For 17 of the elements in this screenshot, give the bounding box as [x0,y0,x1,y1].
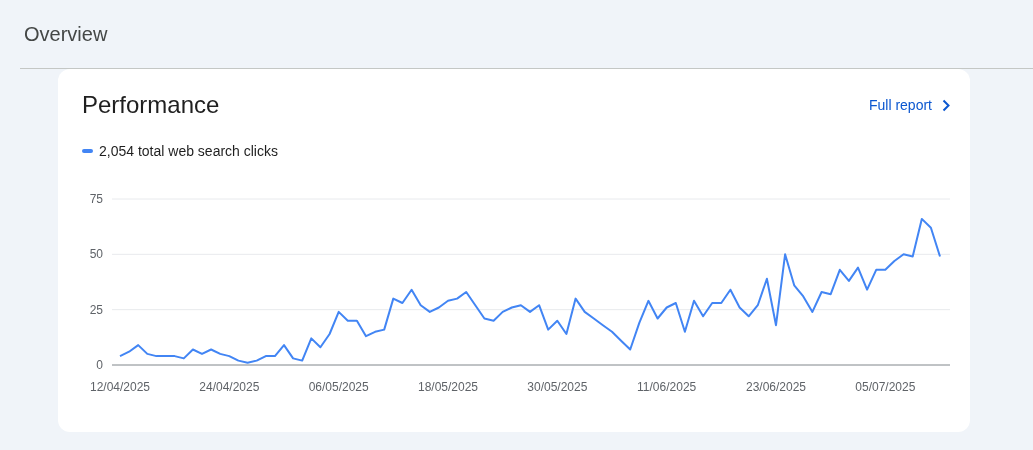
x-axis-label: 24/04/2025 [199,380,260,394]
x-axis-label: 11/06/2025 [637,380,697,394]
y-axis-label: 75 [89,192,103,206]
x-axis-label: 30/05/2025 [527,380,588,394]
page-title: Overview [24,22,108,46]
card-title: Performance [82,91,220,119]
x-axis-label: 05/07/2025 [855,380,916,394]
y-axis-label: 25 [89,302,103,317]
y-axis-label: 50 [89,247,103,262]
full-report-link[interactable]: Full report [868,97,950,113]
chevron-right-icon [942,98,950,112]
legend-label: 2,054 total web search clicks [99,143,278,159]
x-axis-label: 12/04/2025 [89,380,151,394]
y-axis-label: 0 [96,358,103,372]
x-axis-label: 06/05/2025 [308,380,369,394]
x-axis-label: 23/06/2025 [745,380,807,394]
x-axis-label: 18/05/2025 [417,380,479,394]
